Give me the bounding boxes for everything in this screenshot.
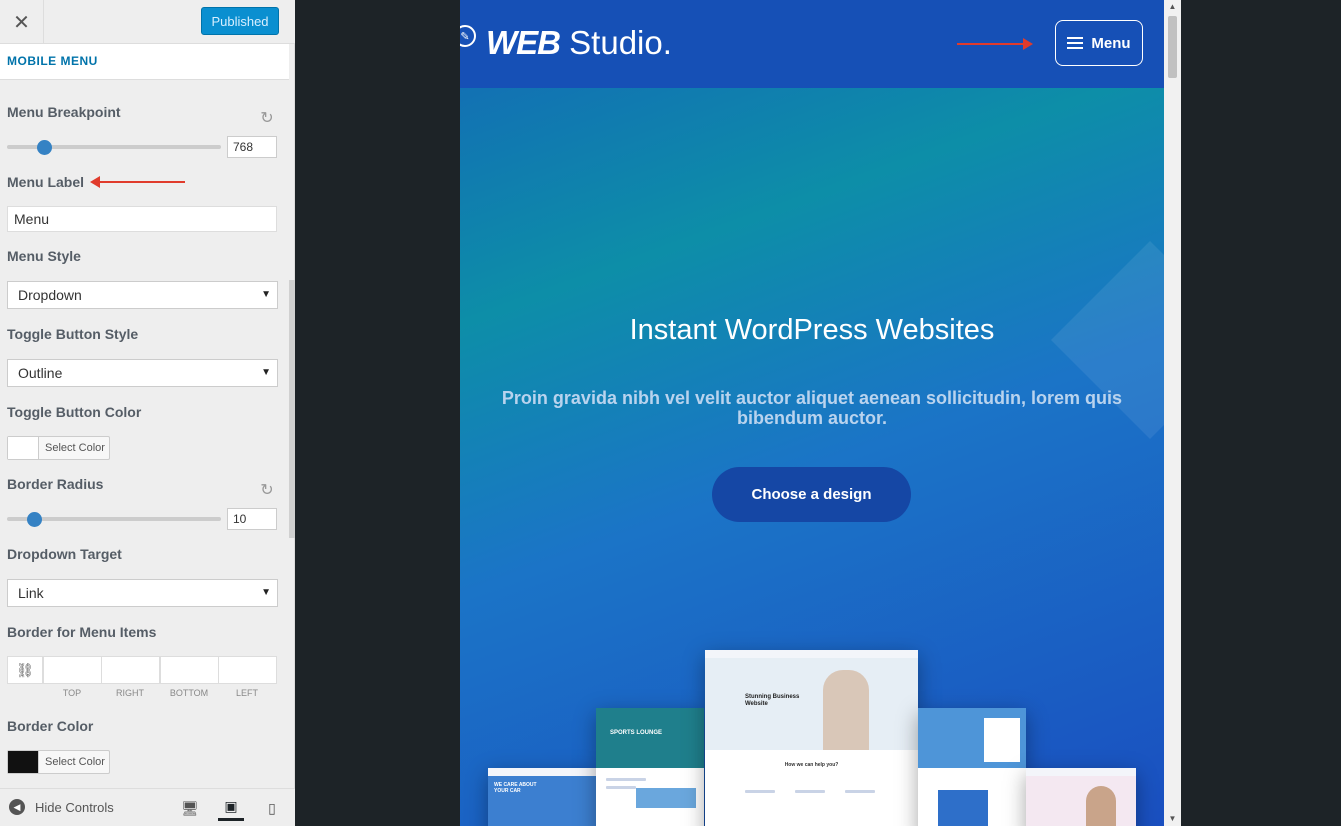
- annotation-arrow: [957, 38, 1033, 50]
- select-color-label: Select Color: [45, 442, 105, 454]
- mockup-far-left-heading: WE CARE ABOUT YOUR CAR: [494, 782, 537, 794]
- toggle-button-style-value: Outline: [18, 365, 63, 381]
- reset-icon[interactable]: ↻: [258, 110, 276, 128]
- dropdown-target-value: Link: [18, 585, 44, 601]
- scroll-up-icon[interactable]: ▲: [1164, 0, 1181, 14]
- border-left-input[interactable]: [218, 656, 277, 684]
- border-color-label: Border Color: [7, 718, 94, 734]
- mockup-far-left: WE CARE ABOUT YOUR CAR: [488, 768, 596, 826]
- mockup-left: SPORTS LOUNGE: [596, 708, 704, 826]
- menu-breakpoint-input[interactable]: 768: [227, 136, 277, 158]
- section-title: MOBILE MENU: [0, 44, 289, 80]
- reset-icon[interactable]: ↻: [258, 482, 276, 500]
- menu-breakpoint-label: Menu Breakpoint: [7, 104, 121, 120]
- annotation-arrow: [90, 176, 185, 188]
- color-swatch: [8, 437, 39, 459]
- sidebar-footer: ◀ Hide Controls 🖥 ▣ ▯: [0, 788, 295, 826]
- chevron-down-icon: ▼: [261, 289, 271, 300]
- border-caption-right: RIGHT: [116, 688, 144, 698]
- border-radius-slider-handle[interactable]: [26, 512, 42, 527]
- publish-button[interactable]: Published: [201, 7, 279, 35]
- hide-controls-label: Hide Controls: [35, 799, 114, 815]
- border-right-input[interactable]: [101, 656, 160, 684]
- unlink-icon[interactable]: ⛓: [7, 656, 43, 684]
- toggle-button-style-label: Toggle Button Style: [7, 326, 139, 342]
- border-menu-items-label: Border for Menu Items: [7, 624, 157, 640]
- border-caption-left: LEFT: [235, 688, 258, 698]
- mockup-far-right: [1026, 768, 1136, 826]
- border-radius-input[interactable]: 10: [227, 508, 277, 530]
- toggle-button-color-picker[interactable]: Select Color: [7, 436, 110, 460]
- mockup-left-heading: SPORTS LOUNGE: [610, 730, 663, 736]
- close-icon[interactable]: ✕: [0, 0, 44, 44]
- dropdown-target-label: Dropdown Target: [7, 546, 122, 562]
- mockup-center-subheading: How we can help you?: [784, 762, 839, 768]
- chevron-down-icon: ▼: [261, 367, 271, 378]
- mobile-icon[interactable]: ▯: [259, 795, 285, 821]
- site-preview: ✎ WEB Studio. Menu Instant WordPress Web…: [460, 0, 1164, 826]
- mockup-right: [918, 708, 1026, 826]
- select-color-label: Select Color: [45, 756, 105, 768]
- border-bottom-input[interactable]: [160, 656, 219, 684]
- dropdown-target-select[interactable]: Link ▼: [7, 579, 278, 607]
- tablet-icon[interactable]: ▣: [218, 795, 244, 821]
- hamburger-icon: [1067, 37, 1084, 49]
- border-color-picker[interactable]: Select Color: [7, 750, 110, 774]
- mobile-menu-label: Menu: [1091, 34, 1131, 52]
- border-caption-top: TOP: [62, 688, 82, 698]
- chevron-down-icon: ▼: [261, 587, 271, 598]
- menu-breakpoint-slider-handle[interactable]: [36, 140, 52, 155]
- border-caption-bottom: BOTTOM: [169, 688, 209, 698]
- menu-style-label: Menu Style: [7, 248, 81, 264]
- logo-light: Studio.: [560, 24, 672, 61]
- sidebar-header: ✕ Published: [0, 0, 295, 44]
- site-logo[interactable]: WEB Studio.: [486, 24, 672, 62]
- menu-label-input[interactable]: Menu: [7, 206, 277, 232]
- desktop-icon[interactable]: 🖥: [177, 795, 203, 821]
- customizer-app: ✕ Published MOBILE MENU Menu Breakpoint …: [0, 0, 1341, 826]
- menu-style-select[interactable]: Dropdown ▼: [7, 281, 278, 309]
- scroll-down-icon[interactable]: ▼: [1164, 812, 1181, 826]
- choose-design-button[interactable]: Choose a design: [712, 467, 911, 522]
- hide-controls-button[interactable]: ◀ Hide Controls: [9, 799, 114, 815]
- border-radius-label: Border Radius: [7, 476, 104, 492]
- border-top-input[interactable]: [43, 656, 102, 684]
- mockup-portrait: [823, 670, 869, 750]
- border-width-inputs: ⛓: [7, 656, 277, 684]
- color-swatch: [8, 751, 39, 773]
- collapse-icon: ◀: [9, 799, 25, 815]
- hero-subtitle: Proin gravida nibh vel velit auctor aliq…: [501, 388, 1123, 428]
- customizer-sidebar: ✕ Published MOBILE MENU Menu Breakpoint …: [0, 0, 295, 826]
- toggle-button-color-label: Toggle Button Color: [7, 404, 142, 420]
- pencil-icon: ✎: [460, 25, 476, 47]
- site-header: ✎ WEB Studio. Menu: [460, 0, 1164, 88]
- menu-style-value: Dropdown: [18, 287, 82, 303]
- menu-label-label: Menu Label: [7, 174, 85, 190]
- toggle-button-style-select[interactable]: Outline ▼: [7, 359, 278, 387]
- mockup-center: Stunning Business Website How we can hel…: [705, 650, 918, 826]
- sidebar-scrollbar[interactable]: [289, 280, 295, 538]
- preview-scrollbar[interactable]: ▲ ▼: [1164, 0, 1181, 826]
- scrollbar-thumb[interactable]: [1168, 16, 1177, 78]
- mockup-center-heading: Stunning Business Website: [745, 694, 800, 707]
- hero-title: Instant WordPress Websites: [629, 314, 995, 346]
- logo-bold: WEB: [486, 24, 561, 61]
- mobile-menu-button[interactable]: Menu: [1055, 20, 1143, 66]
